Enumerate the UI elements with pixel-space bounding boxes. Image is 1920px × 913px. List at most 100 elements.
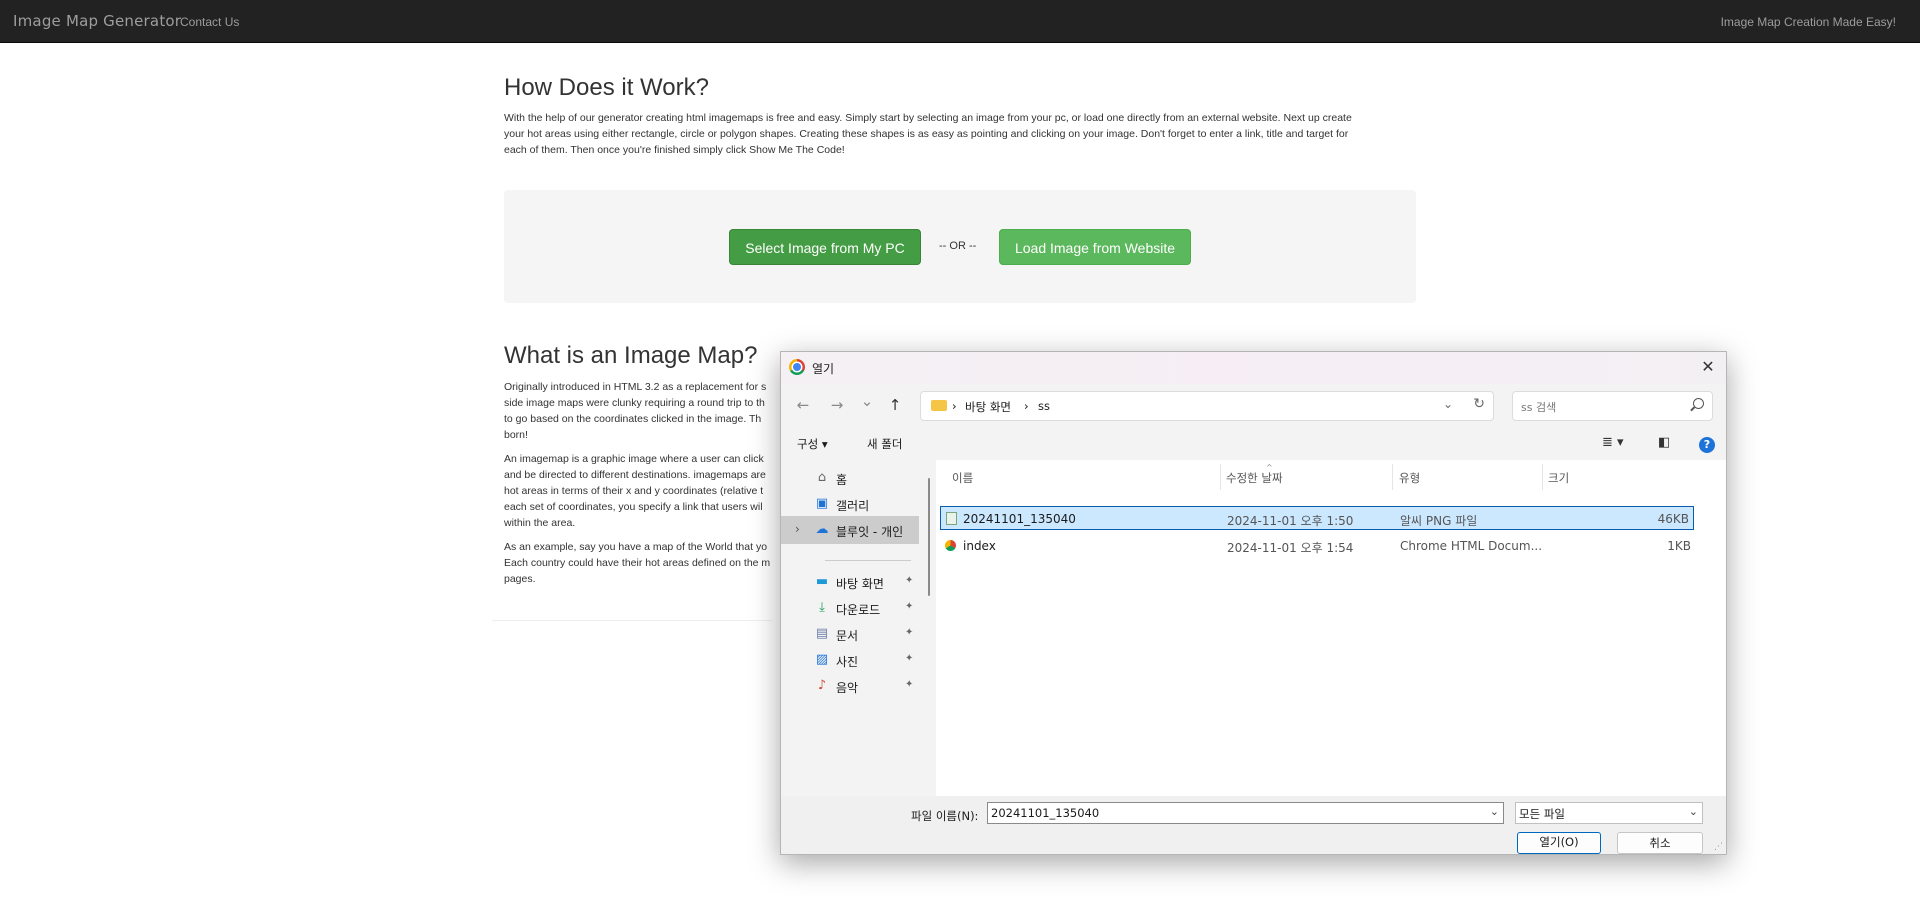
- search-box[interactable]: ss 검색: [1512, 391, 1713, 421]
- filetype-select[interactable]: 모든 파일 ⌄: [1515, 802, 1703, 824]
- what-p1-line-2: side image maps were clunky requiring a …: [504, 397, 765, 409]
- dialog-nav-row: ← → ⌄ ↑ › 바탕 화면 › ss ⌄ ↻ ss 검색: [781, 384, 1726, 428]
- what-text: Originally introduced in HTML 3.2 as a r…: [504, 379, 780, 589]
- breadcrumb-ss[interactable]: ss: [1038, 399, 1050, 413]
- file-row[interactable]: index 2024-11-01 오후 1:54 Chrome HTML Doc…: [940, 534, 1694, 558]
- address-bar[interactable]: › 바탕 화면 › ss ⌄ ↻: [920, 391, 1494, 421]
- column-size[interactable]: 크기: [1548, 470, 1569, 486]
- file-size: 1KB: [1667, 539, 1691, 553]
- how-line-2: your hot areas using either rectangle, c…: [504, 128, 1349, 140]
- new-folder-button[interactable]: 새 폴더: [867, 436, 902, 452]
- what-p3-line-1: As an example, say you have a map of the…: [504, 541, 768, 553]
- png-file-icon: [946, 512, 957, 525]
- chrome-icon: [789, 359, 805, 375]
- file-modified: 2024-11-01 오후 1:50: [1227, 514, 1354, 528]
- file-size: 46KB: [1657, 512, 1689, 526]
- what-p2-line-2: and be directed to different destination…: [504, 469, 766, 481]
- what-p3-line-2: Each country could have their hot areas …: [504, 557, 771, 569]
- what-p2-line-1: An imagemap is a graphic image where a u…: [504, 453, 764, 465]
- sidebar-item-onedrive[interactable]: › ☁ 블루잇 - 개인: [781, 516, 919, 544]
- close-icon[interactable]: ✕: [1698, 357, 1718, 377]
- pin-icon[interactable]: ✦: [905, 653, 913, 664]
- pictures-icon: ▨: [815, 652, 829, 667]
- filetype-value: 모든 파일: [1519, 807, 1565, 821]
- sidebar-scrollbar[interactable]: [928, 478, 930, 596]
- chevron-down-icon[interactable]: ⌄: [1689, 805, 1698, 818]
- document-icon: ▤: [815, 626, 829, 641]
- resize-grip-icon[interactable]: ⋰: [1714, 842, 1724, 852]
- column-modified[interactable]: 수정한 날짜: [1226, 470, 1283, 486]
- select-image-button[interactable]: Select Image from My PC: [729, 229, 921, 265]
- pin-icon[interactable]: ✦: [905, 627, 913, 638]
- what-p2-line-4: each set of coordinates, you specify a l…: [504, 501, 763, 513]
- column-type[interactable]: 유형: [1399, 470, 1420, 486]
- organize-menu[interactable]: 구성 ▾: [797, 436, 828, 452]
- address-dropdown-icon[interactable]: ⌄: [1443, 397, 1453, 411]
- pin-icon[interactable]: ✦: [905, 575, 913, 586]
- sidebar-item-music[interactable]: ♪ 음악 ✦: [781, 672, 919, 700]
- how-line-3: each of them. Then once you're finished …: [504, 144, 845, 156]
- dialog-titlebar[interactable]: 열기 ✕: [781, 352, 1726, 384]
- sidebar-item-desktop[interactable]: ▬ 바탕 화면 ✦: [781, 568, 919, 596]
- load-image-button[interactable]: Load Image from Website: [999, 229, 1191, 265]
- preview-pane-icon[interactable]: ◧: [1658, 435, 1670, 450]
- file-name: index: [963, 539, 996, 553]
- home-icon: ⌂: [817, 470, 827, 485]
- how-line-1: With the help of our generator creating …: [504, 112, 1352, 124]
- back-arrow-icon[interactable]: ←: [793, 396, 813, 414]
- how-heading: How Does it Work?: [504, 74, 709, 101]
- download-icon: ⤓: [819, 600, 825, 615]
- file-type: Chrome HTML Docum...: [1400, 539, 1543, 553]
- pin-icon[interactable]: ✦: [905, 679, 913, 690]
- sidebar-item-home[interactable]: ⌂ 홈: [781, 464, 919, 492]
- search-placeholder: ss 검색: [1521, 401, 1557, 414]
- filename-value: 20241101_135040: [991, 806, 1100, 820]
- filename-label: 파일 이름(N):: [911, 809, 979, 823]
- sidebar-item-pictures[interactable]: ▨ 사진 ✦: [781, 646, 919, 674]
- navigation-pane: ⌂ 홈 ▣ 갤러리 › ☁ 블루잇 - 개인 ▬ 바탕 화면 ✦ ⤓ 다운로드 …: [781, 460, 921, 796]
- folder-icon: [931, 400, 947, 411]
- what-p3-line-3: pages.: [504, 573, 536, 585]
- what-p1-line-4: born!: [504, 429, 528, 441]
- help-icon[interactable]: ?: [1699, 437, 1715, 453]
- view-options-icon[interactable]: ≣ ▾: [1602, 435, 1624, 450]
- cloud-icon: ☁: [815, 522, 829, 537]
- top-navbar: Image Map Generator Contact Us Image Map…: [0, 0, 1920, 43]
- filename-input[interactable]: 20241101_135040 ⌄: [987, 802, 1504, 824]
- pin-icon[interactable]: ✦: [905, 601, 913, 612]
- file-modified: 2024-11-01 오후 1:54: [1227, 541, 1354, 555]
- open-button[interactable]: 열기(O): [1517, 832, 1601, 854]
- column-name[interactable]: 이름: [952, 470, 973, 486]
- file-name: 20241101_135040: [963, 512, 1076, 526]
- search-icon[interactable]: [1693, 398, 1704, 409]
- sidebar-item-documents[interactable]: ▤ 문서 ✦: [781, 620, 919, 648]
- sidebar-item-gallery[interactable]: ▣ 갤러리: [781, 490, 919, 518]
- expand-chevron-icon[interactable]: ›: [795, 522, 800, 536]
- brand-link[interactable]: Image Map Generator: [13, 12, 181, 30]
- dialog-footer: 파일 이름(N): 20241101_135040 ⌄ 모든 파일 ⌄ 열기(O…: [781, 796, 1726, 854]
- breadcrumb-desktop[interactable]: 바탕 화면: [965, 399, 1011, 415]
- forward-arrow-icon[interactable]: →: [827, 396, 847, 414]
- desktop-icon: ▬: [815, 574, 829, 589]
- or-separator: -- OR --: [939, 240, 977, 252]
- sidebar-divider: [825, 560, 911, 561]
- cancel-button[interactable]: 취소: [1617, 832, 1703, 854]
- dialog-toolbar: 구성 ▾ 새 폴더 ≣ ▾ ◧ ?: [781, 428, 1726, 460]
- recent-chevron-icon[interactable]: ⌄: [857, 392, 877, 410]
- gallery-icon: ▣: [815, 496, 829, 511]
- refresh-icon[interactable]: ↻: [1473, 396, 1485, 412]
- chrome-file-icon: [945, 540, 956, 551]
- dialog-title: 열기: [812, 362, 835, 376]
- file-row[interactable]: 20241101_135040 2024-11-01 오후 1:50 알씨 PN…: [940, 506, 1694, 530]
- file-list: ^ 이름 수정한 날짜 유형 크기 20241101_135040 2024-1…: [936, 460, 1726, 796]
- chevron-down-icon[interactable]: ⌄: [1490, 805, 1499, 818]
- content-divider: [492, 620, 772, 621]
- up-arrow-icon[interactable]: ↑: [885, 396, 905, 414]
- what-p1-line-3: to go based on the coordinates clicked i…: [504, 413, 762, 425]
- tagline-link[interactable]: Image Map Creation Made Easy!: [1721, 15, 1896, 29]
- file-open-dialog: 열기 ✕ ← → ⌄ ↑ › 바탕 화면 › ss ⌄ ↻ ss 검색 구성 ▾…: [780, 351, 1727, 855]
- what-heading: What is an Image Map?: [504, 342, 758, 369]
- contact-link[interactable]: Contact Us: [180, 15, 239, 29]
- sidebar-item-downloads[interactable]: ⤓ 다운로드 ✦: [781, 594, 919, 622]
- what-p2-line-5: within the area.: [504, 517, 576, 529]
